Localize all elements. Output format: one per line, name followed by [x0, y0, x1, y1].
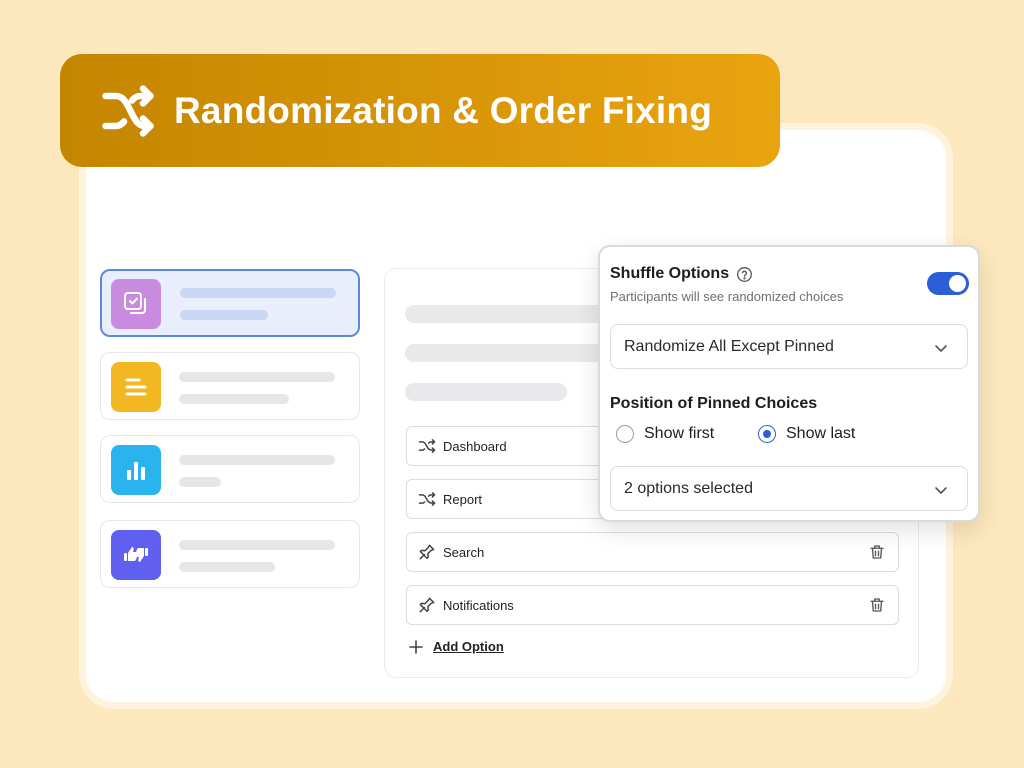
help-icon[interactable] [736, 266, 753, 283]
placeholder-line [179, 477, 221, 487]
toggle-knob [949, 275, 966, 292]
shuffle-options-title-text: Shuffle Options [610, 265, 730, 282]
shuffle-options-title: Shuffle Options [610, 265, 753, 283]
placeholder-line [180, 288, 336, 298]
question-type-card-multi-choice[interactable] [100, 269, 360, 337]
radio-label[interactable]: Show first [644, 425, 714, 443]
question-type-card-thumbs[interactable] [100, 520, 360, 588]
radio-circle[interactable] [758, 425, 776, 443]
thumbs-rating-icon [111, 530, 161, 580]
add-option-label[interactable]: Add Option [433, 639, 504, 654]
option-label[interactable]: Report [443, 492, 482, 507]
radio-show-first[interactable]: Show first [616, 425, 714, 443]
question-type-card-text[interactable] [100, 352, 360, 420]
placeholder-line [179, 372, 335, 382]
banner-title: Randomization & Order Fixing [174, 89, 713, 131]
option-label[interactable]: Dashboard [443, 439, 507, 454]
option-label[interactable]: Search [443, 545, 484, 560]
pinned-position-title: Position of Pinned Choices [610, 395, 818, 412]
radio-show-last[interactable]: Show last [758, 425, 855, 443]
placeholder-line [179, 540, 335, 550]
radio-label[interactable]: Show last [786, 425, 855, 443]
option-row[interactable]: Notifications [406, 585, 899, 625]
radio-circle[interactable] [616, 425, 634, 443]
add-option-button[interactable]: Add Option [409, 639, 504, 654]
shuffle-toggle[interactable] [927, 272, 969, 295]
shuffle-icon [418, 492, 436, 506]
pinned-options-select[interactable]: 2 options selected [610, 466, 968, 511]
option-row[interactable]: Search [406, 532, 899, 572]
chevron-down-icon [935, 487, 947, 494]
shuffle-icon [418, 439, 436, 453]
option-label[interactable]: Notifications [443, 598, 514, 613]
multi-choice-icon [111, 279, 161, 329]
trash-icon[interactable] [868, 543, 886, 561]
placeholder-bar [405, 305, 625, 323]
placeholder-bar [405, 344, 625, 362]
trash-icon[interactable] [868, 596, 886, 614]
text-lines-icon [111, 362, 161, 412]
placeholder-bar [405, 383, 567, 401]
plus-icon [409, 639, 423, 654]
pin-icon[interactable] [417, 542, 437, 562]
randomize-mode-value: Randomize All Except Pinned [624, 337, 834, 355]
question-type-card-chart[interactable] [100, 435, 360, 503]
randomize-mode-select[interactable]: Randomize All Except Pinned [610, 324, 968, 369]
pinned-options-value: 2 options selected [624, 479, 753, 497]
placeholder-line [179, 455, 335, 465]
feature-banner: Randomization & Order Fixing [60, 54, 780, 167]
pin-icon[interactable] [417, 595, 437, 615]
shuffle-options-popover: Shuffle Options Participants will see ra… [598, 245, 980, 522]
shuffle-options-subtitle: Participants will see randomized choices [610, 289, 844, 304]
placeholder-line [180, 310, 268, 320]
placeholder-line [179, 562, 275, 572]
bar-chart-icon [111, 445, 161, 495]
placeholder-line [179, 394, 289, 404]
shuffle-icon [102, 84, 154, 137]
chevron-down-icon [935, 345, 947, 352]
